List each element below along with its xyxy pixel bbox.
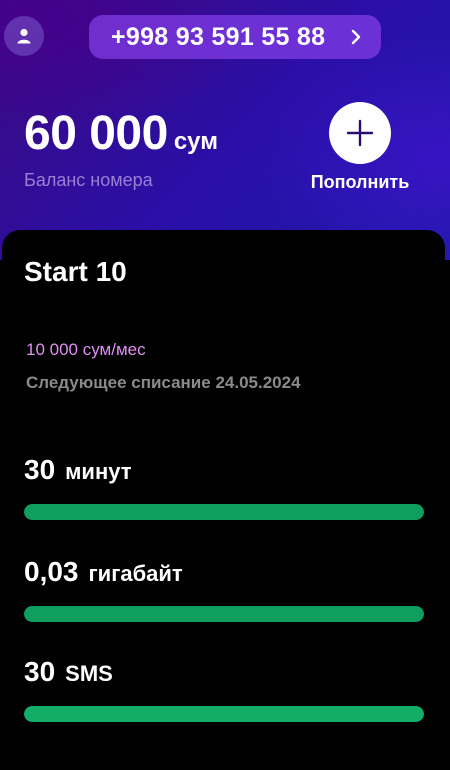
balance: 60 000 сум	[24, 110, 218, 158]
topup-button[interactable]	[329, 102, 391, 164]
plus-icon	[346, 119, 374, 147]
progress-fill	[24, 504, 424, 520]
quota-sms[interactable]: 30 SMS	[24, 656, 426, 722]
progress-bar	[24, 606, 424, 622]
header: +998 93 591 55 88 60 000 сум Баланс номе…	[0, 0, 450, 260]
balance-label: Баланс номера	[24, 170, 153, 190]
profile-avatar[interactable]	[4, 16, 44, 56]
quota-value: 30	[24, 656, 56, 687]
quota-unit: минут	[65, 459, 132, 484]
quota-internet[interactable]: 0,03 гигабайт	[24, 556, 426, 622]
progress-fill	[24, 706, 424, 722]
quota-unit: SMS	[65, 661, 113, 686]
plan-price: 10 000 сум/мес	[26, 340, 146, 359]
tariff-plan-card[interactable]: Start 10 10 000 сум/мес Следующее списан…	[2, 230, 445, 770]
phone-number: +998 93 591 55 88	[111, 22, 326, 51]
progress-fill	[24, 606, 424, 622]
topup-label[interactable]: Пополнить	[300, 172, 420, 193]
next-charge-date: Следующее списание 24.05.2024	[26, 373, 301, 392]
quota-value: 30	[24, 454, 56, 485]
plan-name: Start 10	[24, 256, 127, 287]
balance-currency: сум	[173, 128, 218, 155]
quota-value: 0,03	[24, 556, 79, 587]
quota-unit: гигабайт	[88, 561, 183, 586]
quota-minutes[interactable]: 30 минут	[24, 454, 426, 520]
user-icon	[17, 28, 31, 44]
balance-amount: 60 000	[24, 107, 168, 160]
phone-number-selector[interactable]: +998 93 591 55 88	[89, 15, 381, 59]
chevron-right-icon	[347, 28, 365, 46]
progress-bar	[24, 504, 424, 520]
progress-bar	[24, 706, 424, 722]
